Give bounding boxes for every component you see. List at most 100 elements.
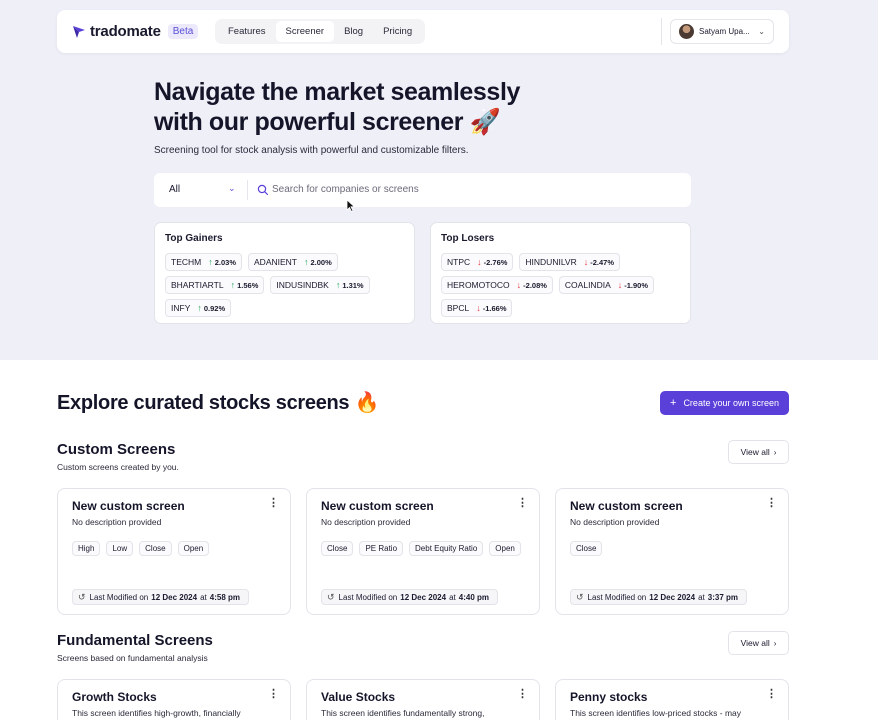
screen-card-title: Growth Stocks [72,690,157,704]
fundamental-screens-title: Fundamental Screens [57,632,213,649]
screen-tags: Close PE Ratio Debt Equity Ratio Open [321,541,531,556]
mouse-cursor-icon [346,199,356,213]
page-subtitle: Screening tool for stock analysis with p… [154,145,469,156]
top-losers-title: Top Losers [441,233,495,244]
screen-card-desc: No description provided [321,517,411,527]
loser-chip[interactable]: COALINDIA ↓ -1.90% [558,276,655,294]
arrow-up-icon: ↑ [304,257,309,267]
screen-card-desc: No description provided [72,517,162,527]
filter-tag: PE Ratio [359,541,404,556]
gainer-chip[interactable]: INDUSINDBK ↑ 1.31% [270,276,370,294]
more-options-icon[interactable]: ⋮ [517,689,528,700]
avatar [679,24,694,39]
nav-features[interactable]: Features [218,21,276,42]
screen-card[interactable]: Penny stocks This screen identifies low-… [555,679,789,720]
screen-card-title: Penny stocks [570,690,648,704]
arrow-down-icon: ↓ [617,280,623,290]
screen-card-title: New custom screen [321,499,434,513]
custom-view-all-button[interactable]: View all › [728,440,789,464]
screen-card-title: New custom screen [72,499,185,513]
arrow-up-icon: ↑ [335,280,341,290]
brand-logo[interactable]: tradomate Beta [72,23,199,40]
last-modified-badge: ↺ Last Modified on 12 Dec 2024 at 4:58 pm [72,589,249,605]
chevron-down-icon[interactable]: ⌄ [228,183,236,194]
screen-tags: High Low Close Open [72,541,282,556]
more-options-icon[interactable]: ⋮ [517,498,528,509]
arrow-up-icon: ↑ [208,257,213,267]
create-screen-button[interactable]: + Create your own screen [660,391,789,415]
more-options-icon[interactable]: ⋮ [766,689,777,700]
navbar-divider [661,18,662,45]
tradomate-logo-icon [73,25,85,38]
create-screen-label: Create your own screen [683,398,779,408]
more-options-icon[interactable]: ⋮ [268,689,279,700]
beta-badge: Beta [167,24,199,39]
search-filter-select[interactable]: All [169,184,180,195]
history-icon: ↺ [78,591,86,602]
chevron-right-icon: › [773,638,777,648]
screen-card-title: Value Stocks [321,690,396,704]
fundamental-view-all-button[interactable]: View all › [728,631,789,655]
screen-card[interactable]: New custom screen No description provide… [306,488,540,615]
user-menu-button[interactable]: Satyam Upa... ⌄ [670,19,774,44]
gainer-chip[interactable]: TECHM ↑ 2.03% [165,253,243,271]
history-icon: ↺ [576,591,584,602]
gainers-list: TECHM ↑ 2.03% ADANIENT ↑ 2.00% BHARTIARTL ↑ 1.… [165,253,410,317]
filter-tag: Close [321,541,354,556]
gainer-chip[interactable]: INFY ↑ 0.92% [165,299,232,317]
loser-chip[interactable]: HINDUNILVR ↓ -2.47% [519,253,620,271]
nav-pricing[interactable]: Pricing [373,21,422,42]
search-divider [247,180,248,200]
explore-heading: Explore curated stocks screens 🔥 [57,392,380,414]
screen-tags: Close [570,541,780,556]
screen-card[interactable]: Value Stocks This screen identifies fund… [306,679,540,720]
top-navbar: tradomate Beta Features Screener Blog Pr… [57,10,789,53]
search-input[interactable]: Search for companies or screens [272,184,419,195]
main-nav: Features Screener Blog Pricing [215,19,426,44]
arrow-up-icon: ↑ [230,280,236,290]
loser-chip[interactable]: HEROMOTOCO ↓ -2.08% [441,276,553,294]
gainer-chip[interactable]: ADANIENT ↑ 2.00% [248,253,338,271]
loser-chip[interactable]: NTPC ↓ -2.76% [441,253,514,271]
search-bar: All ⌄ Search for companies or screens [154,173,691,207]
brand-name: tradomate [90,23,161,40]
arrow-down-icon: ↓ [583,257,589,267]
filter-tag: High [72,541,101,556]
arrow-down-icon: ↓ [516,280,522,290]
top-gainers-card: Top Gainers TECHM ↑ 2.03% ADANIENT ↑ 2.00% B… [154,222,415,324]
chevron-down-icon: ⌄ [758,27,765,36]
last-modified-badge: ↺ Last Modified on 12 Dec 2024 at 3:37 pm [570,589,747,605]
screen-card[interactable]: New custom screen No description provide… [57,488,291,615]
search-icon [257,184,269,196]
filter-tag: Open [177,541,210,556]
screen-card-desc: No description provided [570,517,660,527]
loser-chip[interactable]: BPCL ↓ -1.66% [441,299,513,317]
nav-screener[interactable]: Screener [275,21,335,42]
page-title: Navigate the market seamlessly with our … [154,78,520,136]
filter-tag: Close [570,541,603,556]
screen-card[interactable]: New custom screen No description provide… [555,488,789,615]
fundamental-screens-subtitle: Screens based on fundamental analysis [57,653,208,663]
screen-card-desc: This screen identifies fundamentally str… [321,708,485,718]
arrow-down-icon: ↓ [477,257,482,267]
last-modified-badge: ↺ Last Modified on 12 Dec 2024 at 4:40 pm [321,589,498,605]
nav-blog[interactable]: Blog [334,21,373,42]
more-options-icon[interactable]: ⋮ [766,498,777,509]
filter-tag: Debt Equity Ratio [409,541,484,556]
screen-card-desc: This screen identifies low-priced stocks… [570,708,742,718]
top-gainers-title: Top Gainers [165,233,223,244]
arrow-up-icon: ↑ [197,303,202,313]
screen-card[interactable]: Growth Stocks This screen identifies hig… [57,679,291,720]
chevron-right-icon: › [773,447,777,457]
more-options-icon[interactable]: ⋮ [268,498,279,509]
gainer-chip[interactable]: BHARTIARTL ↑ 1.56% [165,276,265,294]
custom-screens-subtitle: Custom screens created by you. [57,462,179,472]
user-name: Satyam Upa... [699,27,750,36]
custom-screens-title: Custom Screens [57,441,176,458]
screen-card-title: New custom screen [570,499,683,513]
losers-list: NTPC ↓ -2.76% HINDUNILVR ↓ -2.47% HEROMOTOCO… [441,253,686,317]
plus-icon: + [670,397,677,409]
filter-tag: Low [106,541,134,556]
screen-card-desc: This screen identifies high-growth, fina… [72,708,241,718]
filter-tag: Close [139,541,172,556]
